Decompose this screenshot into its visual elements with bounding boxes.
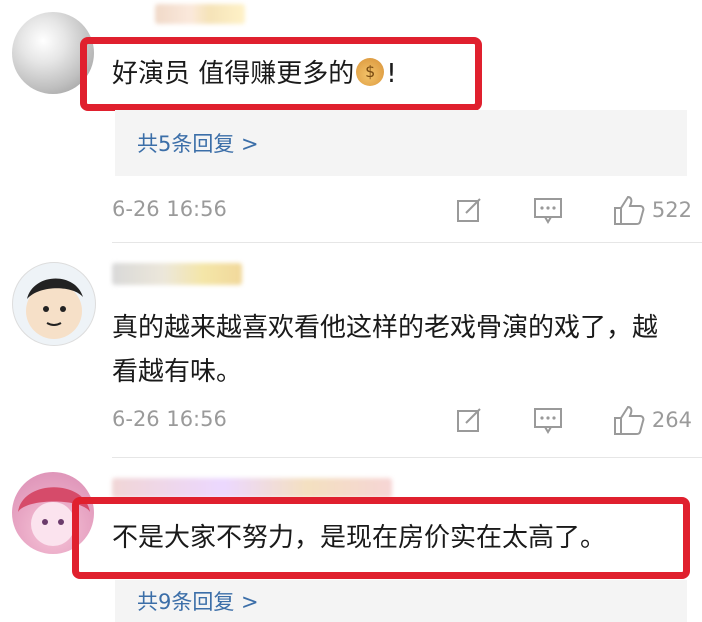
edit-icon[interactable] (454, 195, 484, 225)
comment-text: 真的越来越喜欢看他这样的老戏骨演的戏了，越看越有味。 (112, 313, 659, 387)
comment-meta: 6-26 16:56 522 (112, 193, 692, 227)
reply-count-link[interactable]: 共9条回复 > (137, 586, 259, 616)
username-blurred[interactable] (155, 4, 245, 24)
timestamp: 6-26 16:56 (112, 407, 227, 431)
like-count: 522 (651, 198, 692, 222)
username-blurred[interactable] (112, 263, 242, 285)
username-blurred[interactable] (112, 478, 392, 498)
comment-icon[interactable] (532, 405, 564, 435)
money-bag-icon: $ (356, 57, 385, 86)
reply-count-link[interactable]: 共5条回复 > (137, 128, 259, 158)
avatar[interactable] (12, 262, 96, 346)
reply-summary[interactable]: 共5条回复 > (115, 110, 687, 176)
divider (112, 242, 702, 243)
timestamp: 6-26 16:56 (112, 197, 227, 221)
comment-meta: 6-26 16:56 264 (112, 403, 692, 437)
reply-summary[interactable]: 共9条回复 > (115, 580, 687, 622)
comment-text: 好演员 值得赚更多的 $! (112, 57, 397, 89)
comment-icon[interactable] (532, 195, 564, 225)
like-icon[interactable] (612, 404, 646, 436)
divider (112, 457, 702, 458)
edit-icon[interactable] (454, 405, 484, 435)
like-count: 264 (651, 408, 692, 432)
like-icon[interactable] (612, 194, 646, 226)
comment-text: 不是大家不努力，是现在房价实在太高了。 (112, 523, 607, 553)
